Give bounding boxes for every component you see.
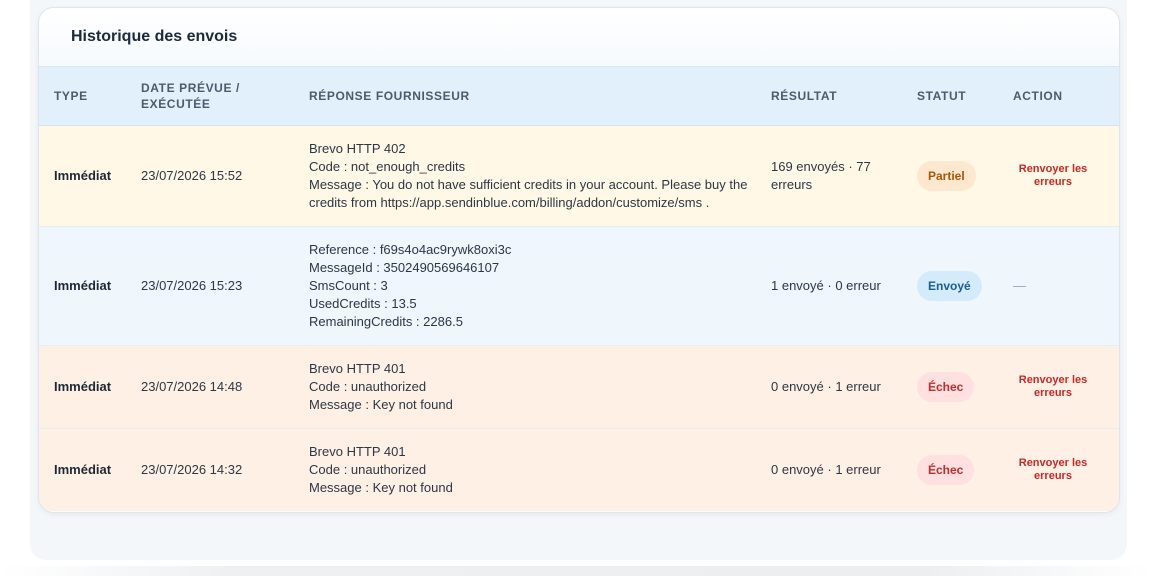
cell-status: Partiel: [902, 125, 998, 227]
cell-provider-response: Brevo HTTP 402 Code : not_enough_credits…: [294, 125, 756, 227]
column-header-status: STATUT: [902, 67, 998, 126]
cell-provider-response: Brevo HTTP 401 Code : unauthorized Messa…: [294, 428, 756, 511]
cell-action: Renvoyer les erreurs: [998, 345, 1119, 429]
cell-action: Renvoyer les erreurs: [998, 125, 1119, 227]
column-header-result: RÉSULTAT: [756, 67, 902, 126]
response-line: UsedCredits : 13.5: [309, 296, 417, 311]
cell-status: Envoyé: [902, 226, 998, 346]
status-badge: Échec: [917, 455, 975, 485]
cell-action: Renvoyer les erreurs: [998, 428, 1119, 511]
column-header-date: DATE PRÉVUE / EXÉCUTÉE: [126, 67, 294, 126]
column-header-response: RÉPONSE FOURNISSEUR: [294, 67, 756, 126]
status-badge: Envoyé: [917, 271, 982, 301]
cell-action: —: [998, 226, 1119, 346]
response-line: SmsCount : 3: [309, 278, 388, 293]
cell-result: 1 envoyé · 0 erreur: [756, 226, 902, 346]
response-line: Code : unauthorized: [309, 462, 427, 477]
bottom-divider: [0, 566, 1152, 576]
column-header-date-label: DATE PRÉVUE / EXÉCUTÉE: [141, 81, 240, 111]
cell-result: 0 envoyé · 1 erreur: [756, 345, 902, 429]
resend-errors-button[interactable]: Renvoyer les erreurs: [1015, 163, 1091, 189]
send-history-card: Historique des envois TYPE DATE PRÉVUE /…: [38, 7, 1120, 513]
column-header-action: ACTION: [998, 67, 1119, 126]
cell-type: Immédiat: [39, 226, 126, 346]
table-row: Immédiat 23/07/2026 14:32 Brevo HTTP 401…: [39, 428, 1119, 511]
resend-errors-button[interactable]: Renvoyer les erreurs: [1015, 457, 1091, 483]
response-line: Code : not_enough_credits: [309, 159, 466, 174]
response-line: Brevo HTTP 401: [309, 361, 406, 376]
table-row: Immédiat 23/07/2026 15:52 Brevo HTTP 402…: [39, 125, 1119, 227]
table-header-row: TYPE DATE PRÉVUE / EXÉCUTÉE RÉPONSE FOUR…: [39, 67, 1119, 126]
cell-date: 23/07/2026 15:52: [126, 125, 294, 227]
cell-result: 169 envoyés · 77 erreurs: [756, 125, 902, 227]
cell-result: 0 envoyé · 1 erreur: [756, 428, 902, 511]
status-badge: Partiel: [917, 161, 976, 191]
cell-status: Échec: [902, 428, 998, 511]
send-history-table: TYPE DATE PRÉVUE / EXÉCUTÉE RÉPONSE FOUR…: [39, 67, 1119, 511]
card-header: Historique des envois: [39, 8, 1119, 67]
cell-provider-response: Brevo HTTP 401 Code : unauthorized Messa…: [294, 345, 756, 429]
response-line: Reference : f69s4o4ac9rywk8oxi3c: [309, 242, 512, 257]
cell-type: Immédiat: [39, 345, 126, 429]
response-line: RemainingCredits : 2286.5: [309, 314, 463, 329]
response-line: MessageId : 3502490569646107: [309, 260, 500, 275]
cell-date: 23/07/2026 14:48: [126, 345, 294, 429]
status-badge: Échec: [917, 372, 975, 402]
response-line: Message : You do not have sufficient cre…: [309, 177, 748, 210]
response-line: Brevo HTTP 402: [309, 141, 406, 156]
no-action-placeholder: —: [1013, 278, 1026, 293]
cell-date: 23/07/2026 15:23: [126, 226, 294, 346]
resend-errors-button[interactable]: Renvoyer les erreurs: [1015, 374, 1091, 400]
table-row: Immédiat 23/07/2026 14:48 Brevo HTTP 401…: [39, 345, 1119, 429]
cell-status: Échec: [902, 345, 998, 429]
card-title: Historique des envois: [71, 28, 238, 45]
response-line: Message : Key not found: [309, 397, 453, 412]
response-line: Code : unauthorized: [309, 379, 427, 394]
cell-date: 23/07/2026 14:32: [126, 428, 294, 511]
response-line: Brevo HTTP 401: [309, 444, 406, 459]
cell-type: Immédiat: [39, 125, 126, 227]
cell-type: Immédiat: [39, 428, 126, 511]
column-header-type: TYPE: [39, 67, 126, 126]
cell-provider-response: Reference : f69s4o4ac9rywk8oxi3c Message…: [294, 226, 756, 346]
response-line: Message : Key not found: [309, 480, 453, 495]
table-row: Immédiat 23/07/2026 15:23 Reference : f6…: [39, 226, 1119, 346]
